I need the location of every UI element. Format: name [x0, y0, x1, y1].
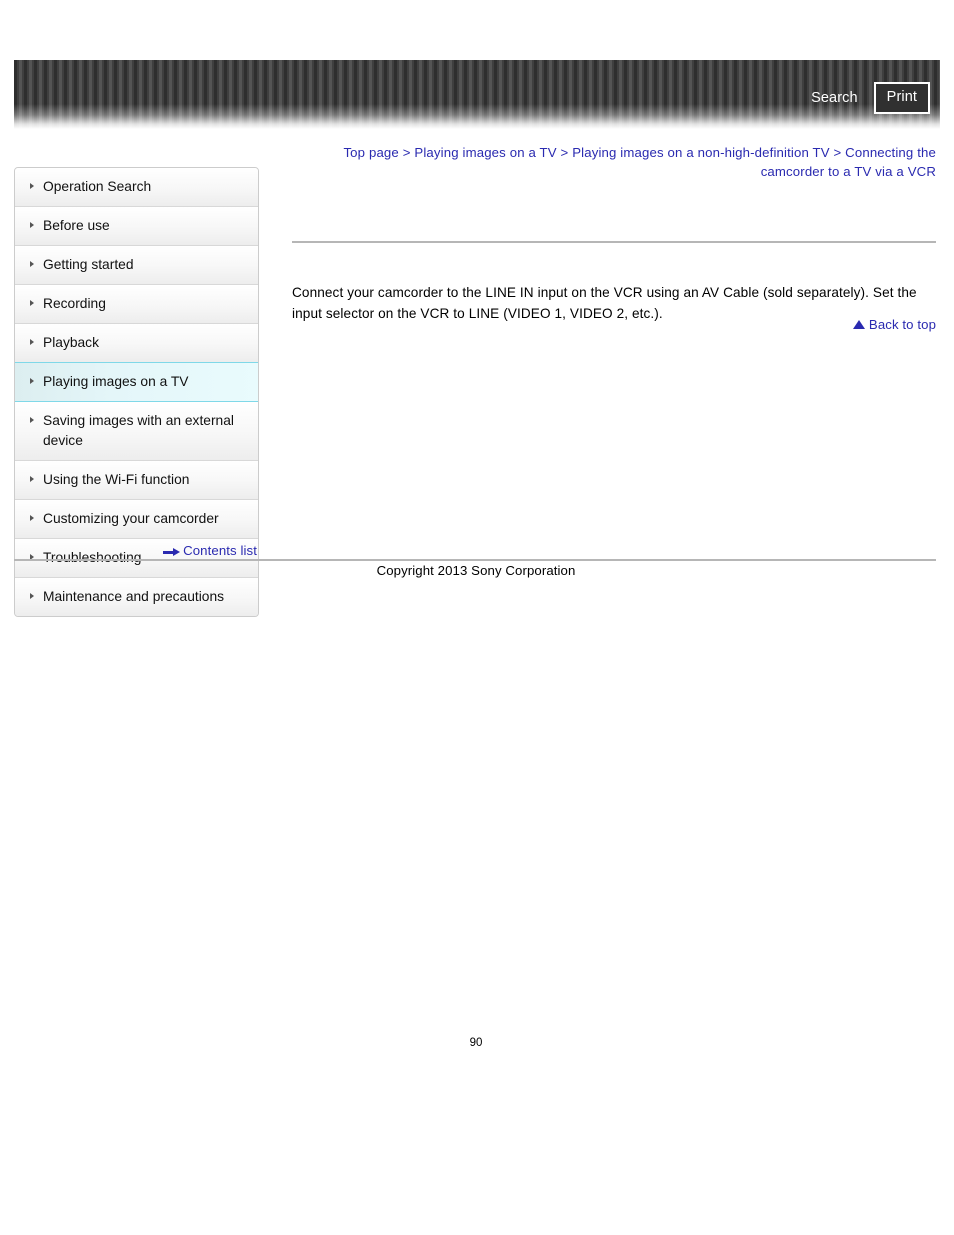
sidebar-item-operation-search[interactable]: Operation Search — [15, 168, 258, 207]
contents-list-row: Contents list — [14, 542, 257, 560]
sidebar-item-playback[interactable]: Playback — [15, 324, 258, 363]
print-button[interactable]: Print — [873, 82, 930, 114]
sidebar-item-label: Operation Search — [43, 179, 152, 194]
breadcrumb[interactable]: Top page > Playing images on a TV > Play… — [292, 143, 936, 181]
sidebar-item-label: Playing images on a TV — [43, 374, 189, 389]
sidebar-item-getting-started[interactable]: Getting started — [15, 246, 258, 285]
sidebar-item-playing-images-on-a-tv[interactable]: Playing images on a TV — [15, 362, 258, 402]
sidebar-item-customizing-your-camcorder[interactable]: Customizing your camcorder — [15, 500, 258, 539]
triangle-right-icon — [30, 593, 34, 599]
sidebar-item-label: Before use — [43, 218, 110, 233]
triangle-right-icon — [30, 378, 34, 384]
sidebar-item-before-use[interactable]: Before use — [15, 207, 258, 246]
sidebar-item-label: Recording — [43, 296, 106, 311]
triangle-up-icon — [852, 320, 865, 329]
sidebar-item-label: Getting started — [43, 257, 134, 272]
search-link[interactable]: Search — [811, 90, 858, 106]
sidebar-item-label: Maintenance and precautions — [43, 589, 225, 604]
triangle-right-icon — [30, 222, 34, 228]
triangle-right-icon — [30, 183, 34, 189]
triangle-right-icon — [30, 417, 34, 423]
header-controls: Search Print — [811, 82, 930, 114]
sidebar-item-saving-images-external-device[interactable]: Saving images with an external device — [15, 402, 258, 461]
contents-list-link[interactable]: Contents list — [163, 543, 257, 558]
triangle-right-icon — [30, 300, 34, 306]
arrow-right-icon — [163, 548, 181, 556]
triangle-right-icon — [30, 476, 34, 482]
footer-divider — [14, 559, 936, 561]
sidebar-item-label: Playback — [43, 335, 99, 350]
contents-list-label: Contents list — [183, 543, 257, 558]
sidebar-item-recording[interactable]: Recording — [15, 285, 258, 324]
copyright-text: Copyright 2013 Sony Corporation — [376, 563, 576, 578]
back-to-top-label: Back to top — [868, 317, 936, 332]
sidebar-item-label: Customizing your camcorder — [43, 511, 219, 526]
triangle-right-icon — [30, 339, 34, 345]
sidebar-item-maintenance-and-precautions[interactable]: Maintenance and precautions — [15, 578, 258, 616]
back-to-top-link[interactable]: Back to top — [852, 317, 936, 332]
sidebar-item-using-wifi-function[interactable]: Using the Wi-Fi function — [15, 461, 258, 500]
back-to-top-row: Back to top — [292, 316, 936, 334]
page-number: 90 — [469, 1037, 483, 1049]
sidebar-item-label: Using the Wi-Fi function — [43, 472, 190, 487]
content-divider — [292, 241, 936, 243]
header-banner: Search Print — [14, 60, 940, 129]
sidebar-item-label: Saving images with an external device — [43, 413, 234, 448]
triangle-right-icon — [30, 515, 34, 521]
triangle-right-icon — [30, 261, 34, 267]
